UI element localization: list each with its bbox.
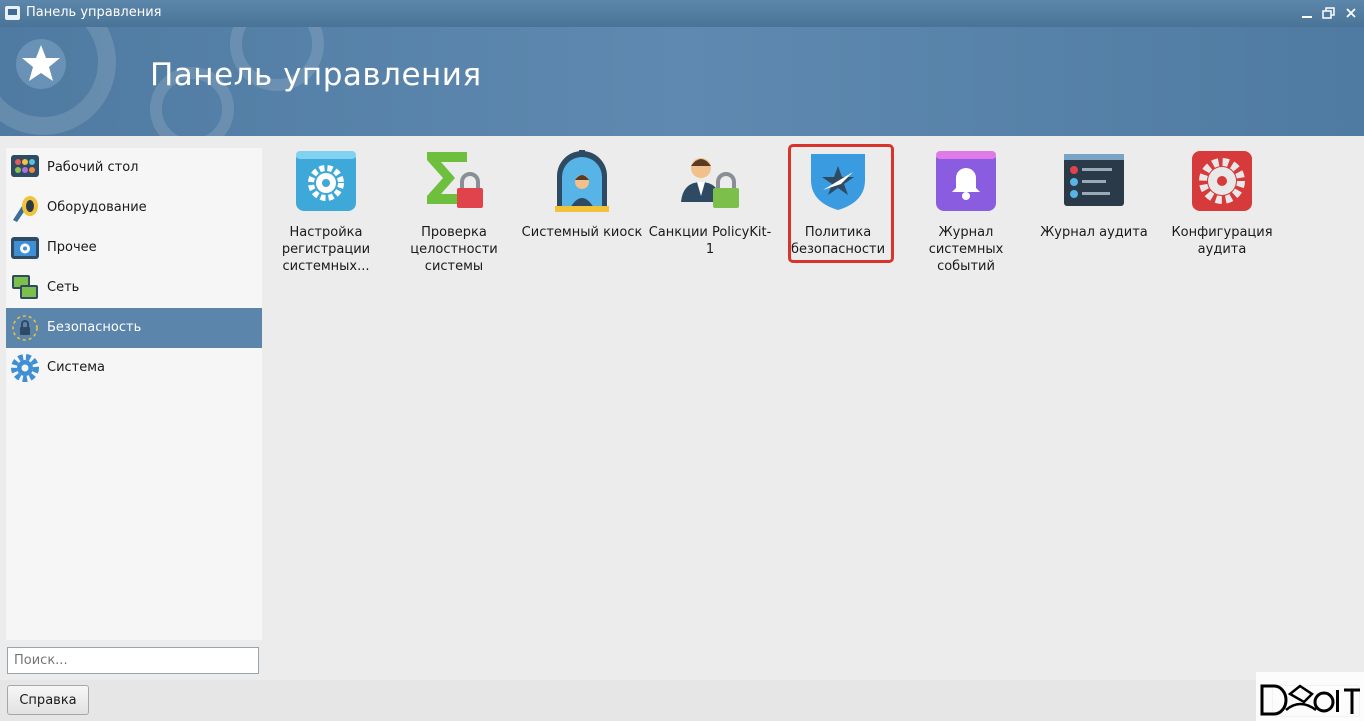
tile-audit-log[interactable]: Журнал аудита	[1032, 148, 1156, 241]
desktop-icon	[11, 155, 39, 177]
search-input[interactable]	[7, 647, 259, 674]
title-bar: Панель управления	[0, 0, 1364, 27]
hardware-icon	[13, 196, 38, 222]
tile-label: Конфигурация аудита	[1171, 225, 1273, 257]
tile-system-kiosk[interactable]: Системный киоск	[520, 148, 644, 241]
tile-audit-config[interactable]: Конфигурация аудита	[1160, 148, 1284, 258]
sidebar-item-label: Рабочий стол	[47, 160, 139, 175]
sidebar-item-network[interactable]: Сеть	[6, 268, 262, 308]
sidebar-item-label: Система	[47, 360, 106, 375]
tile-integrity-check[interactable]: Проверка целостности системы	[392, 148, 516, 275]
control-panel-app-icon	[5, 6, 20, 20]
tile-label: Системный киоск	[521, 225, 643, 240]
audit-log-icon	[1064, 154, 1124, 206]
sidebar-item-security[interactable]: Безопасность	[6, 308, 262, 348]
tile-label: Журнал системных событий	[928, 225, 1004, 274]
minimize-icon	[1302, 16, 1312, 18]
category-sidebar: Рабочий стол Оборудование Прочее Сеть Бе…	[6, 148, 262, 640]
watermark-logo	[1256, 672, 1364, 721]
tile-system-events-log[interactable]: Журнал системных событий	[904, 148, 1028, 275]
integrity-check-icon	[427, 152, 483, 208]
header-banner: Панель управления	[0, 27, 1364, 136]
sidebar-item-system[interactable]: Система	[6, 348, 262, 388]
tile-label: Проверка целостности системы	[410, 225, 498, 274]
help-button[interactable]: Справка	[7, 685, 89, 715]
tile-policykit-sanctions[interactable]: Санкции PolicyKit-1	[648, 148, 772, 258]
astra-logo	[16, 39, 66, 89]
policykit-sanctions-icon	[681, 158, 739, 208]
audit-config-icon	[1192, 151, 1252, 211]
minimize-button[interactable]	[1298, 4, 1316, 22]
security-icon	[12, 315, 38, 341]
sidebar-item-label: Прочее	[47, 240, 97, 255]
system-events-log-icon	[936, 151, 996, 211]
window-title: Панель управления	[26, 5, 162, 20]
system-gear-icon	[11, 354, 39, 382]
network-icon	[12, 275, 38, 299]
close-icon	[1346, 8, 1356, 18]
sidebar-item-label: Безопасность	[47, 320, 142, 335]
star-icon	[22, 45, 60, 81]
tile-label: Санкции PolicyKit-1	[648, 225, 772, 257]
sidebar-item-desktop[interactable]: Рабочий стол	[6, 148, 262, 188]
sidebar-item-label: Сеть	[47, 280, 80, 295]
other-icon	[11, 237, 39, 259]
bottom-bar	[0, 680, 1364, 721]
sidebar-item-other[interactable]: Прочее	[6, 228, 262, 268]
selection-highlight	[788, 144, 894, 263]
tile-label: Настройка регистрации системных...	[281, 225, 371, 274]
sidebar-item-hardware[interactable]: Оборудование	[6, 188, 262, 228]
tile-label: Журнал аудита	[1040, 225, 1148, 240]
page-title: Панель управления	[150, 57, 482, 93]
registration-settings-icon	[296, 151, 356, 211]
maximize-button[interactable]	[1320, 4, 1338, 22]
tile-registration-settings[interactable]: Настройка регистрации системных...	[264, 148, 388, 275]
restore-icon	[1322, 7, 1335, 19]
system-kiosk-icon	[555, 150, 609, 212]
sidebar-item-label: Оборудование	[47, 200, 147, 215]
close-window-button[interactable]	[1342, 4, 1360, 22]
